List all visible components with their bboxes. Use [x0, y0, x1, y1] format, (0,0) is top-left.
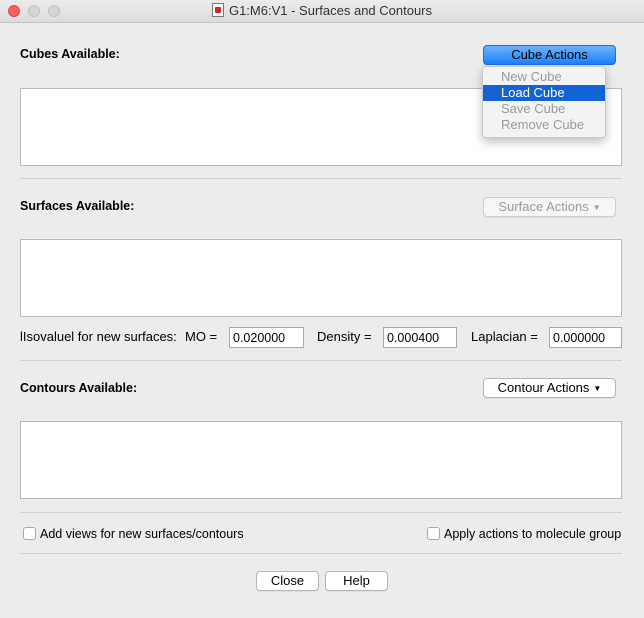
window-title-wrap: G1:M6:V1 - Surfaces and Contours — [0, 3, 644, 18]
chevron-down-icon: ▼ — [592, 203, 601, 212]
surface-actions-label: Surface Actions — [498, 199, 589, 214]
chevron-down-icon: ▼ — [593, 384, 602, 393]
separator-surfaces — [20, 360, 622, 361]
menu-item-new-cube[interactable]: New Cube — [483, 69, 605, 85]
cubes-available-label: Cubes Available: — [20, 47, 120, 61]
density-isovalue-input[interactable] — [383, 327, 457, 348]
add-views-label: Add views for new surfaces/contours — [40, 527, 244, 541]
apply-group-label: Apply actions to molecule group — [444, 527, 622, 541]
document-icon — [211, 3, 224, 17]
surfaces-available-label: Surfaces Available: — [20, 199, 135, 213]
surfaces-list[interactable] — [20, 239, 622, 317]
close-button[interactable]: Close — [256, 571, 319, 591]
add-views-checkbox[interactable] — [23, 527, 36, 540]
surface-actions-button[interactable]: Surface Actions ▼ — [483, 197, 616, 217]
separator-cubes — [20, 178, 622, 179]
laplacian-label: Laplacian = — [471, 329, 538, 344]
separator-contours — [20, 512, 622, 513]
menu-item-save-cube[interactable]: Save Cube — [483, 101, 605, 117]
contours-available-label: Contours Available: — [20, 381, 138, 395]
contour-actions-button[interactable]: Contour Actions ▼ — [483, 378, 616, 398]
laplacian-isovalue-input[interactable] — [549, 327, 622, 348]
contour-actions-label: Contour Actions — [497, 380, 590, 395]
cube-actions-button[interactable]: Cube Actions — [483, 45, 616, 65]
contours-list[interactable] — [20, 421, 622, 499]
separator-options — [20, 553, 622, 554]
menu-item-load-cube[interactable]: Load Cube — [483, 85, 605, 101]
help-button[interactable]: Help — [325, 571, 388, 591]
cube-actions-menu: New Cube Load Cube Save Cube Remove Cube — [482, 66, 606, 138]
density-label: Density = — [317, 329, 372, 344]
title-bar: G1:M6:V1 - Surfaces and Contours — [0, 0, 644, 23]
mo-isovalue-input[interactable] — [229, 327, 304, 348]
isovalue-label: lIsovaluel for new surfaces: — [20, 329, 177, 344]
window-title: G1:M6:V1 - Surfaces and Contours — [228, 3, 433, 18]
mo-label: MO = — [185, 329, 218, 344]
apply-group-checkbox[interactable] — [427, 527, 440, 540]
menu-item-remove-cube[interactable]: Remove Cube — [483, 117, 605, 133]
